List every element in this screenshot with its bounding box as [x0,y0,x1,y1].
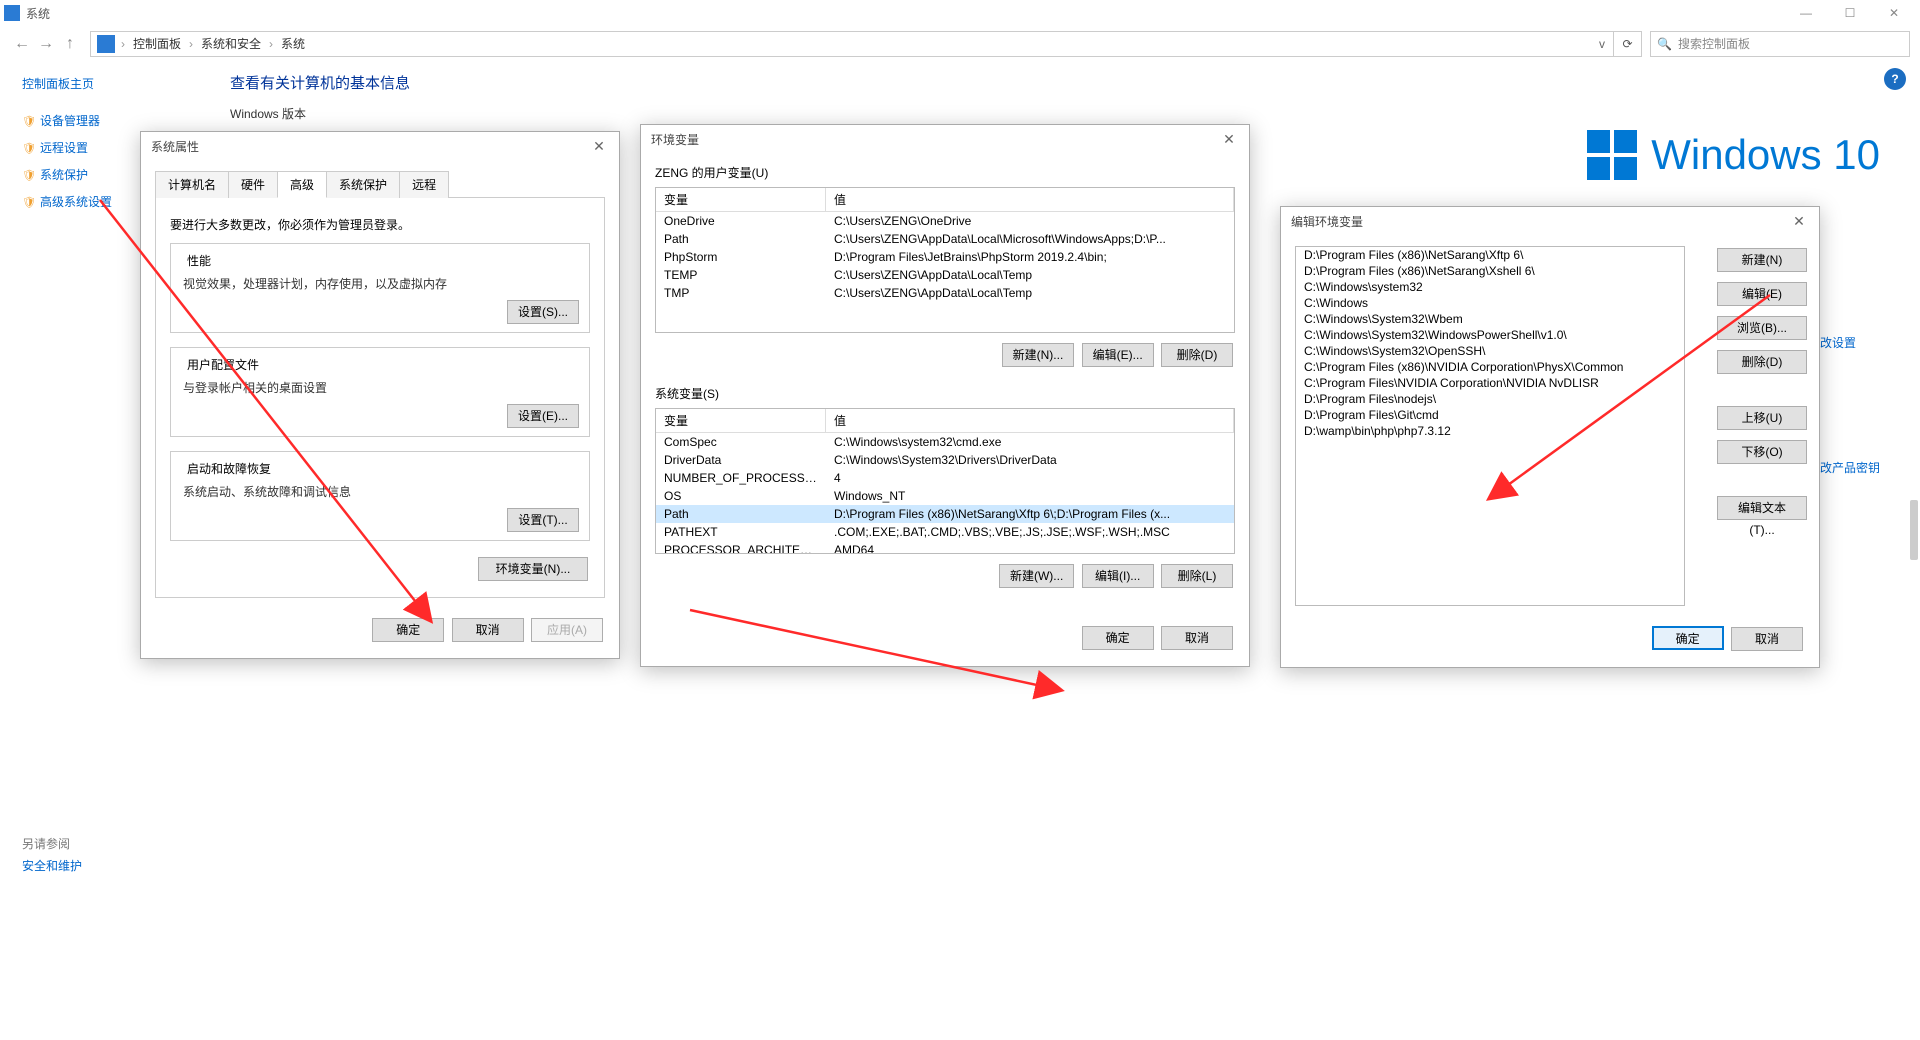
ee-edit-button[interactable]: 编辑(E) [1717,282,1807,306]
user-vars-label: ZENG 的用户变量(U) [655,164,1235,181]
table-row[interactable]: PROCESSOR_ARCHITECT...AMD64 [656,541,1234,553]
dialog-title: 系统属性 [151,138,199,155]
ee-down-button[interactable]: 下移(O) [1717,440,1807,464]
ee-browse-button[interactable]: 浏览(B)... [1717,316,1807,340]
table-row[interactable]: TMPC:\Users\ZENG\AppData\Local\Temp [656,284,1234,302]
ee-delete-button[interactable]: 删除(D) [1717,350,1807,374]
boot-group: 启动和故障恢复 系统启动、系统故障和调试信息 设置(T)... [170,451,590,541]
maximize-button[interactable]: ☐ [1828,0,1872,26]
path-entries-list[interactable]: D:\Program Files (x86)\NetSarang\Xftp 6\… [1295,246,1685,606]
windows10-logo: Windows 10 [1587,130,1880,180]
scrollbar[interactable] [1904,60,1920,1040]
list-item[interactable]: C:\Windows [1296,295,1684,311]
sys-new-button[interactable]: 新建(W)... [999,564,1074,588]
table-row[interactable]: PhpStormD:\Program Files\JetBrains\PhpSt… [656,248,1234,266]
env-var-dialog: 环境变量 ✕ ZENG 的用户变量(U) 变量 值 OneDriveC:\Use… [640,124,1250,667]
nav-device-manager[interactable]: 设备管理器 [22,107,200,134]
system-properties-dialog: 系统属性 ✕ 计算机名 硬件 高级 系统保护 远程 要进行大多数更改，你必须作为… [140,131,620,659]
tab-hardware[interactable]: 硬件 [228,171,278,198]
search-input[interactable]: 🔍 搜索控制面板 [1650,31,1910,57]
window-controls: — ☐ ✕ [1784,0,1916,26]
window-title: 系统 [26,5,50,22]
profile-group: 用户配置文件 与登录帐户相关的桌面设置 设置(E)... [170,347,590,437]
forward-button[interactable]: → [34,35,58,53]
ee-ok-button[interactable]: 确定 [1652,626,1724,650]
list-item[interactable]: C:\Windows\System32\Wbem [1296,311,1684,327]
ee-close-icon[interactable]: ✕ [1789,213,1809,230]
sys-delete-button[interactable]: 删除(L) [1161,564,1233,588]
minimize-button[interactable]: — [1784,0,1828,26]
see-also-security[interactable]: 安全和维护 [22,852,200,879]
see-also-header: 另请参阅 [22,835,200,852]
close-button[interactable]: ✕ [1872,0,1916,26]
table-row[interactable]: PathC:\Users\ZENG\AppData\Local\Microsof… [656,230,1234,248]
sp-cancel-button[interactable]: 取消 [452,618,524,642]
crumb-system[interactable]: 系统 [275,35,311,52]
env-var-button[interactable]: 环境变量(N)... [478,557,588,581]
list-item[interactable]: C:\Windows\System32\OpenSSH\ [1296,343,1684,359]
breadcrumb[interactable]: › 控制面板 › 系统和安全 › 系统 v [90,31,1614,57]
table-row[interactable]: OSWindows_NT [656,487,1234,505]
list-item[interactable]: C:\Windows\system32 [1296,279,1684,295]
table-row[interactable]: ComSpecC:\Windows\system32\cmd.exe [656,433,1234,451]
control-panel-home[interactable]: 控制面板主页 [22,70,200,97]
user-delete-button[interactable]: 删除(D) [1161,343,1233,367]
table-row[interactable]: PathD:\Program Files (x86)\NetSarang\Xft… [656,505,1234,523]
navbar: ← → ↑ › 控制面板 › 系统和安全 › 系统 v ⟳ 🔍 搜索控制面板 [0,26,1920,60]
sys-vars-label: 系统变量(S) [655,385,1235,402]
list-item[interactable]: C:\Program Files\NVIDIA Corporation\NVID… [1296,375,1684,391]
user-new-button[interactable]: 新建(N)... [1002,343,1075,367]
table-row[interactable]: NUMBER_OF_PROCESSORS4 [656,469,1234,487]
ee-text-button[interactable]: 编辑文本(T)... [1717,496,1807,520]
edit-env-dialog: 编辑环境变量 ✕ D:\Program Files (x86)\NetSaran… [1280,206,1820,668]
up-button[interactable]: ↑ [58,35,82,53]
list-item[interactable]: D:\wamp\bin\php\php7.3.12 [1296,423,1684,439]
sp-apply-button[interactable]: 应用(A) [531,618,603,642]
ee-up-button[interactable]: 上移(U) [1717,406,1807,430]
list-item[interactable]: D:\Program Files\Git\cmd [1296,407,1684,423]
tab-advanced[interactable]: 高级 [277,171,327,198]
breadcrumb-icon [97,35,115,53]
user-vars-table[interactable]: 变量 值 OneDriveC:\Users\ZENG\OneDrivePathC… [655,187,1235,333]
ev-close-icon[interactable]: ✕ [1219,131,1239,148]
sp-tabs: 计算机名 硬件 高级 系统保护 远程 [155,171,605,198]
list-item[interactable]: D:\Program Files\nodejs\ [1296,391,1684,407]
perf-settings-button[interactable]: 设置(S)... [507,300,579,324]
help-icon[interactable]: ? [1884,68,1906,90]
list-item[interactable]: D:\Program Files (x86)\NetSarang\Xshell … [1296,263,1684,279]
ev-ok-button[interactable]: 确定 [1082,626,1154,650]
ee-title: 编辑环境变量 [1291,213,1363,230]
sp-ok-button[interactable]: 确定 [372,618,444,642]
sys-vars-table[interactable]: 变量 值 ComSpecC:\Windows\system32\cmd.exeD… [655,408,1235,554]
crumb-root[interactable]: 控制面板 [127,35,187,52]
titlebar: 系统 — ☐ ✕ [0,0,1920,26]
table-row[interactable]: TEMPC:\Users\ZENG\AppData\Local\Temp [656,266,1234,284]
crumb-security[interactable]: 系统和安全 [195,35,267,52]
profile-settings-button[interactable]: 设置(E)... [507,404,579,428]
sys-edit-button[interactable]: 编辑(I)... [1082,564,1154,588]
ee-cancel-button[interactable]: 取消 [1731,627,1803,651]
tab-computername[interactable]: 计算机名 [155,171,229,198]
list-item[interactable]: C:\Program Files (x86)\NVIDIA Corporatio… [1296,359,1684,375]
boot-settings-button[interactable]: 设置(T)... [507,508,579,532]
tab-protection[interactable]: 系统保护 [326,171,400,198]
refresh-button[interactable]: ⟳ [1614,31,1642,57]
table-row[interactable]: PATHEXT.COM;.EXE;.BAT;.CMD;.VBS;.VBE;.JS… [656,523,1234,541]
list-item[interactable]: C:\Windows\System32\WindowsPowerShell\v1… [1296,327,1684,343]
table-row[interactable]: OneDriveC:\Users\ZENG\OneDrive [656,212,1234,230]
crumb-dropdown[interactable]: v [1593,37,1611,51]
ev-title: 环境变量 [651,131,699,148]
back-button[interactable]: ← [10,35,34,53]
list-item[interactable]: D:\Program Files (x86)\NetSarang\Xftp 6\ [1296,247,1684,263]
system-icon [4,5,20,21]
perf-group: 性能 视觉效果，处理器计划，内存使用，以及虚拟内存 设置(S)... [170,243,590,333]
user-edit-button[interactable]: 编辑(E)... [1082,343,1154,367]
tab-remote[interactable]: 远程 [399,171,449,198]
dialog-close-icon[interactable]: ✕ [589,138,609,155]
ee-new-button[interactable]: 新建(N) [1717,248,1807,272]
search-icon: 🔍 [1657,37,1672,51]
ev-cancel-button[interactable]: 取消 [1161,626,1233,650]
table-row[interactable]: DriverDataC:\Windows\System32\Drivers\Dr… [656,451,1234,469]
admin-note: 要进行大多数更改，你必须作为管理员登录。 [170,216,590,233]
